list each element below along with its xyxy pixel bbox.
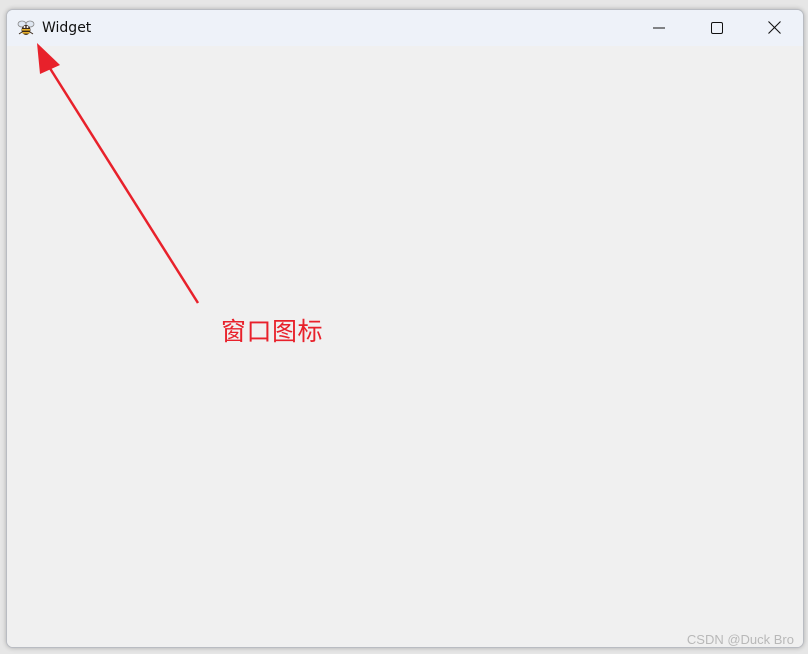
watermark: CSDN @Duck Bro: [686, 632, 794, 647]
maximize-button[interactable]: [688, 10, 746, 46]
window-title: Widget: [42, 20, 92, 36]
minimize-icon: [653, 19, 665, 38]
window-icon[interactable]: [16, 18, 36, 38]
maximize-icon: [711, 19, 723, 38]
annotation-label: 窗口图标: [221, 317, 324, 346]
widget-client-area: [7, 46, 803, 647]
minimize-button[interactable]: [630, 10, 688, 46]
close-icon: [767, 19, 781, 38]
app-window: Widget: [6, 9, 804, 648]
close-button[interactable]: [745, 10, 803, 46]
title-bar[interactable]: Widget: [7, 10, 803, 46]
